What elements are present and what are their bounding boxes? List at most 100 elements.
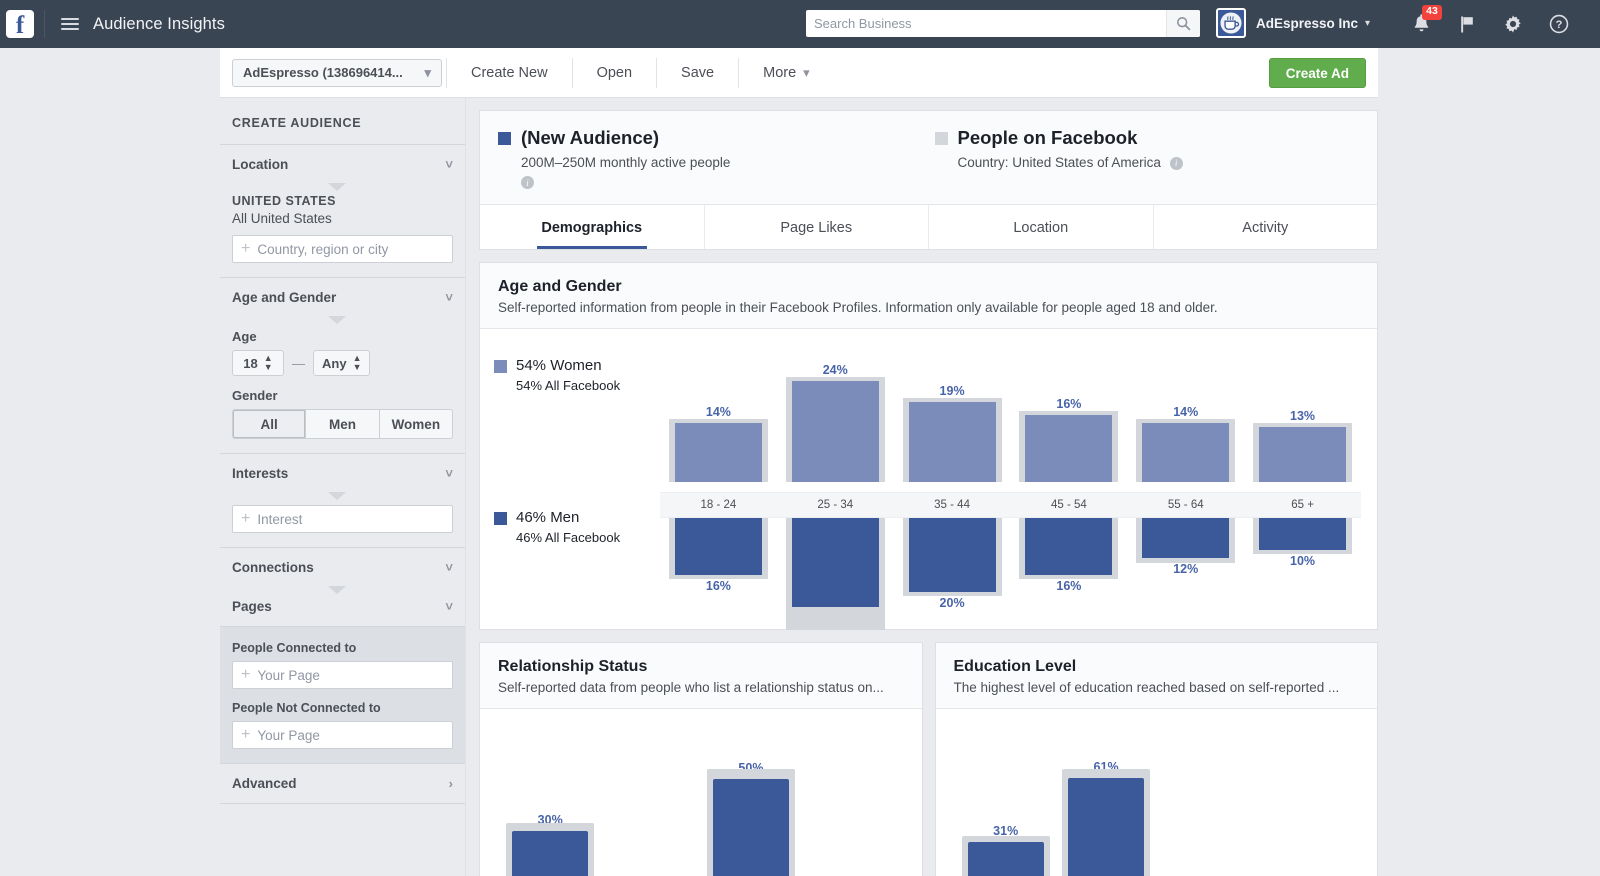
interest-input[interactable]: + Interest (232, 505, 453, 533)
gender-option-men[interactable]: Men (306, 409, 379, 439)
divider (656, 58, 657, 88)
age-axis-label: 18 - 24 (660, 499, 777, 511)
account-switcher[interactable]: AdEspresso Inc ▾ (1216, 8, 1370, 38)
divider (738, 58, 739, 88)
settings-button[interactable] (1490, 0, 1536, 48)
create-ad-button[interactable]: Create Ad (1269, 58, 1366, 88)
men-bar[interactable] (903, 508, 1002, 592)
women-bar-value: 13% (1290, 409, 1315, 423)
info-icon[interactable]: i (521, 176, 534, 189)
men-bar[interactable] (1019, 508, 1118, 575)
search-input[interactable] (806, 10, 1166, 37)
men-bar-fill (792, 508, 879, 607)
women-bar[interactable] (1253, 427, 1352, 482)
sidebar-section-connections[interactable]: Connections ˅ (220, 547, 465, 587)
more-button[interactable]: More ▾ (743, 56, 830, 90)
flag-icon (1458, 15, 1476, 34)
bar[interactable] (506, 831, 594, 876)
tab-page-likes[interactable]: Page Likes (705, 205, 930, 249)
sidebar-section-advanced[interactable]: Advanced › (220, 763, 465, 803)
country-value: All United States (232, 211, 453, 226)
age-gender-bar-columns: 14%16%24%28%19%20%16%16%14%12%13%10% (660, 339, 1361, 629)
women-bar[interactable] (669, 423, 768, 482)
section-label: Age and Gender (232, 290, 336, 305)
nav-divider (44, 10, 45, 38)
search-business-box[interactable] (806, 10, 1200, 37)
men-bar-fill (675, 508, 762, 575)
gender-option-women[interactable]: Women (380, 409, 453, 439)
bar-fill (968, 842, 1044, 876)
hamburger-menu-icon[interactable] (61, 18, 79, 30)
audience-primary-title-row: (New Audience) (498, 127, 923, 149)
audience-summary-card: (New Audience) 200M–250M monthly active … (479, 110, 1378, 250)
interest-input-placeholder: Interest (257, 512, 302, 527)
age-max-value: Any (322, 356, 347, 371)
open-button[interactable]: Open (577, 56, 652, 90)
bar[interactable] (707, 779, 795, 876)
avatar (1216, 8, 1246, 38)
gender-toggle-group: All Men Women (232, 409, 453, 439)
notifications-button[interactable]: 43 (1398, 0, 1444, 48)
age-group-column: 14%12% (1127, 339, 1244, 629)
gender-option-all[interactable]: All (232, 409, 306, 439)
men-bar[interactable] (669, 508, 768, 575)
sidebar-section-age-and-gender[interactable]: Age and Gender ˅ (220, 277, 465, 317)
chevron-down-icon: ˅ (445, 290, 453, 305)
women-bar-fill (675, 423, 762, 482)
men-bar[interactable] (786, 508, 885, 607)
age-range-row: 18 ▲▼ — Any ▲▼ (232, 350, 453, 376)
education-level-card: Education Level The highest level of edu… (935, 642, 1379, 876)
help-icon: ? (1549, 14, 1569, 34)
bar[interactable] (962, 842, 1050, 876)
age-min-stepper[interactable]: 18 ▲▼ (232, 350, 284, 376)
flag-button[interactable] (1444, 0, 1490, 48)
women-bar-fill (792, 381, 879, 482)
ad-account-select[interactable]: AdEspresso (138696414... ▾ (232, 59, 442, 87)
people-connected-label: People Connected to (232, 641, 453, 655)
women-bar-value: 14% (1173, 405, 1198, 419)
demographics-tabs: Demographics Page Likes Location Activit… (480, 204, 1377, 249)
help-button[interactable]: ? (1536, 0, 1582, 48)
people-connected-placeholder: Your Page (257, 668, 320, 683)
women-bar-group: 16% (1010, 339, 1127, 482)
facebook-logo-icon[interactable]: f (6, 10, 34, 38)
legend-swatch-women (494, 360, 507, 373)
women-bar-value: 19% (940, 384, 965, 398)
search-icon[interactable] (1166, 10, 1200, 37)
ad-account-select-label: AdEspresso (138696414... (243, 65, 403, 80)
tab-demographics[interactable]: Demographics (480, 205, 705, 249)
age-max-stepper[interactable]: Any ▲▼ (313, 350, 370, 376)
tab-activity[interactable]: Activity (1154, 205, 1378, 249)
bar[interactable] (1062, 778, 1150, 876)
chevron-down-icon: ▾ (1365, 18, 1370, 29)
card-title: Age and Gender (498, 278, 1359, 296)
sidebar-section-location[interactable]: Location ˅ (220, 144, 465, 184)
card-title: Education Level (954, 658, 1360, 676)
women-bar[interactable] (903, 402, 1002, 482)
divider (572, 58, 573, 88)
women-bar-value: 24% (823, 363, 848, 377)
toolbar: AdEspresso (138696414... ▾ Create New Op… (220, 48, 1378, 98)
location-input[interactable]: + Country, region or city (232, 235, 453, 263)
women-bar[interactable] (1136, 423, 1235, 482)
age-min-value: 18 (243, 356, 257, 371)
men-bar-fill (1025, 508, 1112, 575)
bar-fill (512, 831, 588, 876)
divider (446, 58, 447, 88)
men-bar-value: 10% (1290, 554, 1315, 568)
tab-location[interactable]: Location (929, 205, 1154, 249)
women-bar[interactable] (786, 381, 885, 482)
age-axis-label: 25 - 34 (777, 499, 894, 511)
sidebar-section-interests[interactable]: Interests ˅ (220, 453, 465, 493)
legend-swatch-primary (498, 132, 511, 145)
card-title: Relationship Status (498, 658, 904, 676)
people-connected-input[interactable]: + Your Page (232, 661, 453, 689)
audience-summary-header: (New Audience) 200M–250M monthly active … (480, 111, 1377, 204)
people-not-connected-input[interactable]: + Your Page (232, 721, 453, 749)
save-button[interactable]: Save (661, 56, 734, 90)
women-bar-fill (1142, 423, 1229, 482)
create-new-button[interactable]: Create New (451, 56, 568, 90)
info-icon[interactable]: i (1170, 157, 1183, 170)
women-bar[interactable] (1019, 415, 1118, 482)
plus-icon: + (241, 241, 250, 257)
